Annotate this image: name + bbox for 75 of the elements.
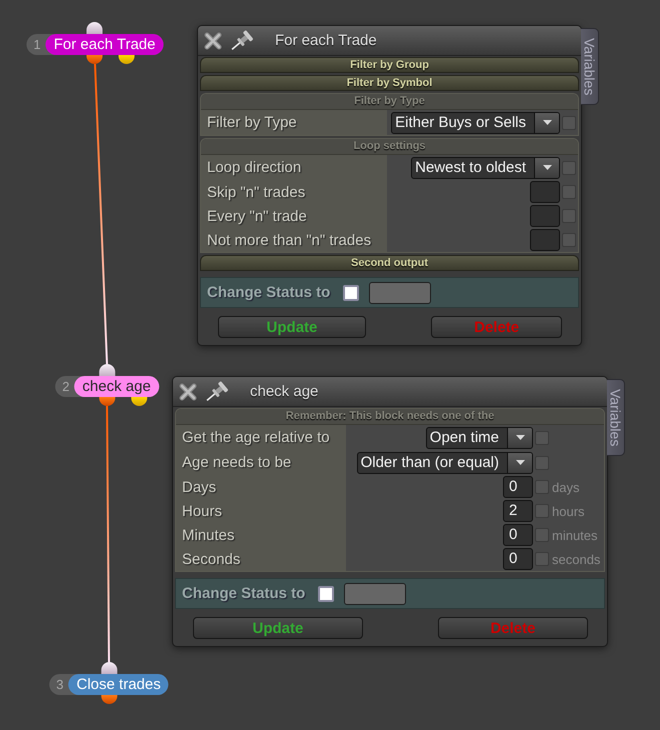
output-port[interactable]	[131, 397, 147, 406]
checkbox[interactable]	[535, 552, 549, 566]
dropdown[interactable]: Either Buys or Sells	[391, 112, 560, 134]
variables-tab[interactable]: Variables	[607, 379, 625, 456]
unit-label: hours	[551, 504, 586, 518]
update-button[interactable]: Update	[193, 617, 363, 639]
caret-icon	[542, 165, 552, 170]
node-number: 3	[55, 677, 64, 692]
section-header[interactable]: Filter by Symbol	[200, 75, 579, 91]
field-label: Minutes	[176, 523, 346, 547]
close-icon[interactable]	[204, 32, 222, 50]
checkbox[interactable]	[535, 528, 549, 542]
input-port[interactable]	[99, 364, 115, 376]
checkbox[interactable]	[562, 209, 576, 223]
output-port[interactable]	[99, 397, 115, 406]
status-color-field[interactable]	[369, 282, 432, 304]
caret-icon	[516, 435, 524, 440]
node-label: Close trades	[68, 674, 169, 695]
field-label: Every "n" trade	[201, 204, 387, 228]
status-checkbox[interactable]	[318, 586, 334, 602]
field-label: Hours	[176, 499, 346, 523]
number-field[interactable]: 2	[503, 500, 533, 522]
input-port[interactable]	[101, 662, 117, 674]
panel-title: For each Trade	[275, 32, 377, 49]
checkbox[interactable]	[562, 233, 576, 247]
field-label: Not more than "n" trades	[201, 228, 387, 252]
field-label: Days	[176, 475, 346, 499]
field-label: Seconds	[176, 547, 346, 571]
unit-label: minutes	[551, 528, 599, 542]
caret-icon	[516, 460, 524, 465]
unit-label: days	[551, 480, 580, 494]
number-field[interactable]: 0	[503, 476, 533, 498]
field-label: Get the age relative to	[176, 425, 346, 450]
status-checkbox[interactable]	[343, 284, 360, 300]
number-field[interactable]: 0	[503, 524, 533, 546]
unit-label: seconds	[551, 552, 602, 566]
update-button[interactable]: Update	[218, 316, 366, 338]
number-field[interactable]: 0	[503, 548, 533, 570]
section-header[interactable]: Filter by Group	[200, 57, 579, 73]
output-port[interactable]	[87, 55, 103, 64]
caret-icon	[542, 120, 552, 125]
node-number: 2	[61, 379, 70, 394]
field-label: Loop direction	[201, 155, 387, 180]
variables-tab[interactable]: Variables	[581, 28, 599, 105]
output-port[interactable]	[119, 55, 135, 64]
number-field[interactable]	[530, 229, 560, 251]
node-pill[interactable]: 1 For each Trade	[26, 34, 164, 55]
field-label: Filter by Type	[201, 110, 387, 135]
field-label: Skip "n" trades	[201, 180, 387, 204]
status-color-field[interactable]	[344, 582, 406, 604]
section-header[interactable]: Second output	[200, 255, 579, 271]
node-label: check age	[74, 376, 159, 397]
number-field[interactable]	[530, 205, 560, 227]
field-label: Age needs to be	[176, 450, 346, 475]
checkbox[interactable]	[535, 430, 549, 444]
checkbox[interactable]	[535, 504, 549, 518]
node-label: For each Trade	[46, 34, 164, 55]
checkbox[interactable]	[535, 480, 549, 494]
panel-title: check age	[250, 383, 318, 400]
dropdown[interactable]: Newest to oldest	[411, 156, 560, 178]
status-label: Change Status to	[182, 585, 306, 602]
dropdown[interactable]: Older than (or equal)	[356, 452, 533, 474]
checkbox[interactable]	[562, 160, 576, 174]
node-pill[interactable]: 2 check age	[55, 376, 159, 397]
close-icon[interactable]	[179, 382, 197, 400]
node-number: 1	[32, 37, 42, 52]
number-field[interactable]	[530, 181, 560, 203]
checkbox[interactable]	[535, 456, 549, 470]
status-label: Change Status to	[207, 284, 330, 301]
checkbox[interactable]	[562, 116, 576, 130]
checkbox[interactable]	[562, 185, 576, 199]
dropdown[interactable]: Open time	[426, 426, 533, 448]
node-pill[interactable]: 3 Close trades	[49, 674, 169, 695]
input-port[interactable]	[87, 22, 103, 34]
output-port[interactable]	[101, 695, 117, 704]
